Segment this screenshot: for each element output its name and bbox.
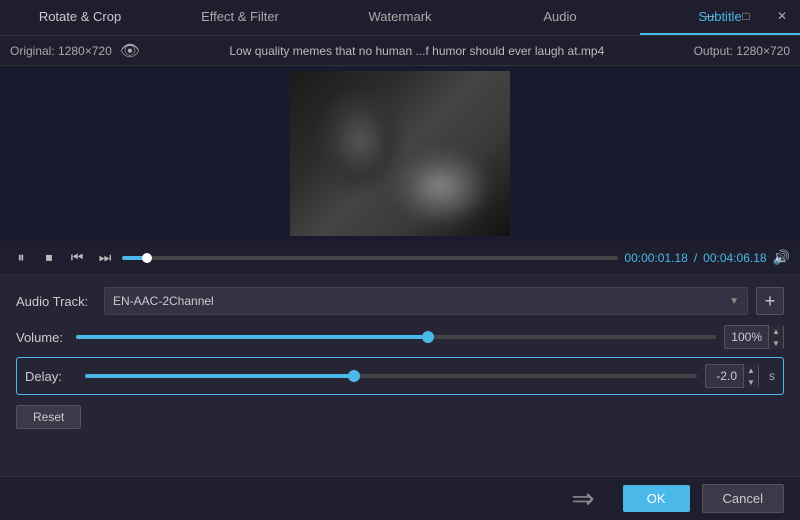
volume-row: Volume: 100% ▲ ▼ xyxy=(16,325,784,349)
prev-button[interactable]: ⏮ xyxy=(66,247,88,269)
delay-thumb[interactable] xyxy=(348,370,360,382)
delay-spinners: ▲ ▼ xyxy=(743,364,758,388)
volume-value: 100% xyxy=(725,330,768,344)
original-resolution: Original: 1280×720 xyxy=(10,44,112,58)
arrow-right-icon: ⇒ xyxy=(571,482,594,515)
time-separator: / xyxy=(694,251,697,265)
volume-down-button[interactable]: ▼ xyxy=(769,337,783,349)
delay-value: -2.0 xyxy=(706,369,743,383)
pause-button[interactable]: ⏸ xyxy=(10,247,32,269)
add-audio-button[interactable]: + xyxy=(756,287,784,315)
output-resolution: Output: 1280×720 xyxy=(694,44,790,58)
progress-thumb[interactable] xyxy=(142,253,152,263)
stop-button[interactable]: ⏹ xyxy=(38,247,60,269)
volume-spinners: ▲ ▼ xyxy=(768,325,783,349)
tab-bar: Rotate & Crop Effect & Filter Watermark … xyxy=(0,0,800,36)
info-bar: Original: 1280×720 👁 Low quality memes t… xyxy=(0,36,800,66)
bottom-bar: ⇒ OK Cancel xyxy=(0,476,800,520)
minimize-button[interactable]: ─ xyxy=(692,0,728,32)
delay-value-box: -2.0 ▲ ▼ xyxy=(705,364,759,388)
close-button[interactable]: ✕ xyxy=(764,0,800,32)
reset-button[interactable]: Reset xyxy=(16,405,81,429)
volume-value-box: 100% ▲ ▼ xyxy=(724,325,784,349)
delay-row: Delay: -2.0 ▲ ▼ s xyxy=(25,364,775,388)
progress-bar[interactable] xyxy=(122,256,618,260)
volume-fill xyxy=(76,335,428,339)
delay-fill xyxy=(85,374,354,378)
tab-rotate-crop[interactable]: Rotate & Crop xyxy=(0,0,160,35)
playback-bar: ⏸ ⏹ ⏮ ⏭ 00:00:01.18 / 00:04:06.18 🔊 xyxy=(0,241,800,275)
delay-label: Delay: xyxy=(25,369,77,384)
video-thumbnail xyxy=(290,71,510,236)
volume-thumb[interactable] xyxy=(422,331,434,343)
delay-section: Delay: -2.0 ▲ ▼ s xyxy=(16,357,784,395)
filename-label: Low quality memes that no human ...f hum… xyxy=(148,44,686,58)
next-button[interactable]: ⏭ xyxy=(94,247,116,269)
reset-row: Reset xyxy=(16,405,784,429)
total-time: 00:04:06.18 xyxy=(703,251,766,265)
volume-icon[interactable]: 🔊 xyxy=(773,249,790,266)
window-controls: ─ □ ✕ xyxy=(692,0,800,32)
audio-track-row: Audio Track: EN-AAC-2Channel ▼ + xyxy=(16,287,784,315)
delay-unit-label: s xyxy=(769,369,775,383)
eye-icon[interactable]: 👁 xyxy=(120,41,140,61)
volume-slider[interactable] xyxy=(76,335,716,339)
tab-watermark[interactable]: Watermark xyxy=(320,0,480,35)
volume-up-button[interactable]: ▲ xyxy=(769,325,783,337)
ok-button[interactable]: OK xyxy=(623,485,690,512)
delay-down-button[interactable]: ▼ xyxy=(744,376,758,388)
audio-track-select[interactable]: EN-AAC-2Channel ▼ xyxy=(104,287,748,315)
cancel-button[interactable]: Cancel xyxy=(702,484,784,513)
delay-slider[interactable] xyxy=(85,374,697,378)
dropdown-arrow-icon: ▼ xyxy=(729,296,739,307)
volume-label: Volume: xyxy=(16,330,68,345)
video-area xyxy=(0,66,800,241)
delay-up-button[interactable]: ▲ xyxy=(744,364,758,376)
tab-effect-filter[interactable]: Effect & Filter xyxy=(160,0,320,35)
controls-section: Audio Track: EN-AAC-2Channel ▼ + Volume:… xyxy=(0,275,800,488)
audio-track-value: EN-AAC-2Channel xyxy=(113,294,214,308)
video-frame xyxy=(290,71,510,236)
current-time: 00:00:01.18 xyxy=(624,251,687,265)
tab-audio[interactable]: Audio xyxy=(480,0,640,35)
main-content: Original: 1280×720 👁 Low quality memes t… xyxy=(0,36,800,488)
audio-track-label: Audio Track: xyxy=(16,294,96,309)
maximize-button[interactable]: □ xyxy=(728,0,764,32)
